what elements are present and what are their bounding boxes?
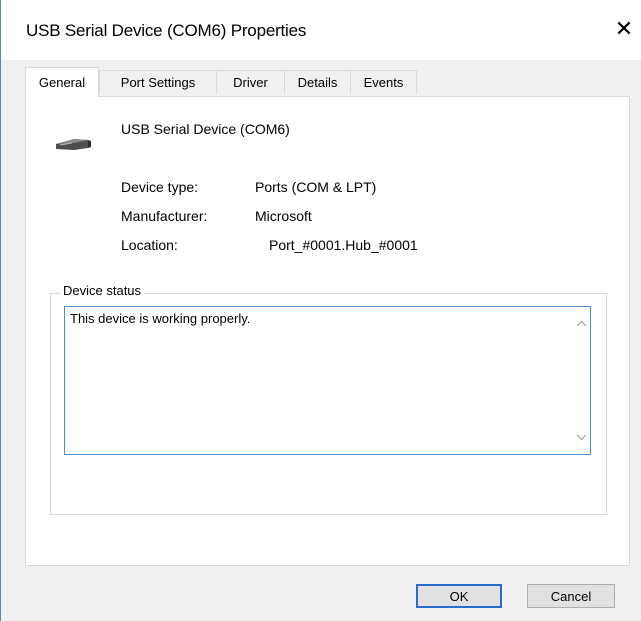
chevron-up-icon (576, 320, 587, 327)
close-icon: ✕ (614, 16, 634, 41)
tab-events[interactable]: Events (350, 70, 417, 94)
device-status-textbox[interactable]: This device is working properly. (64, 306, 591, 455)
serial-port-connector-icon (56, 139, 91, 150)
chevron-down-icon (576, 434, 587, 441)
device-type-value: Ports (COM & LPT) (255, 179, 377, 195)
ok-button[interactable]: OK (416, 584, 502, 608)
tab-general[interactable]: General (25, 67, 99, 97)
manufacturer-value: Microsoft (255, 208, 312, 224)
close-button[interactable]: ✕ (611, 16, 637, 42)
scroll-up-button[interactable] (573, 315, 590, 332)
location-value: Port_#0001.Hub_#0001 (269, 237, 418, 253)
general-tab-panel: USB Serial Device (COM6) Device type: Po… (25, 96, 630, 566)
cancel-button[interactable]: Cancel (527, 584, 615, 608)
tab-port-settings[interactable]: Port Settings (99, 70, 217, 94)
tab-driver[interactable]: Driver (216, 70, 285, 94)
device-type-label: Device type: (121, 179, 199, 195)
device-status-label: Device status (60, 283, 145, 298)
title-bar: USB Serial Device (COM6) Properties ✕ (1, 0, 641, 60)
device-name: USB Serial Device (COM6) (121, 121, 290, 137)
location-label: Location: (121, 237, 178, 253)
properties-dialog: USB Serial Device (COM6) Properties ✕ Ge… (0, 0, 641, 621)
window-title: USB Serial Device (COM6) Properties (26, 21, 307, 40)
device-status-text: This device is working properly. (70, 311, 251, 326)
manufacturer-label: Manufacturer: (121, 208, 208, 224)
status-scrollbar[interactable] (573, 307, 590, 454)
scroll-down-button[interactable] (573, 429, 590, 446)
tab-details[interactable]: Details (284, 70, 351, 94)
